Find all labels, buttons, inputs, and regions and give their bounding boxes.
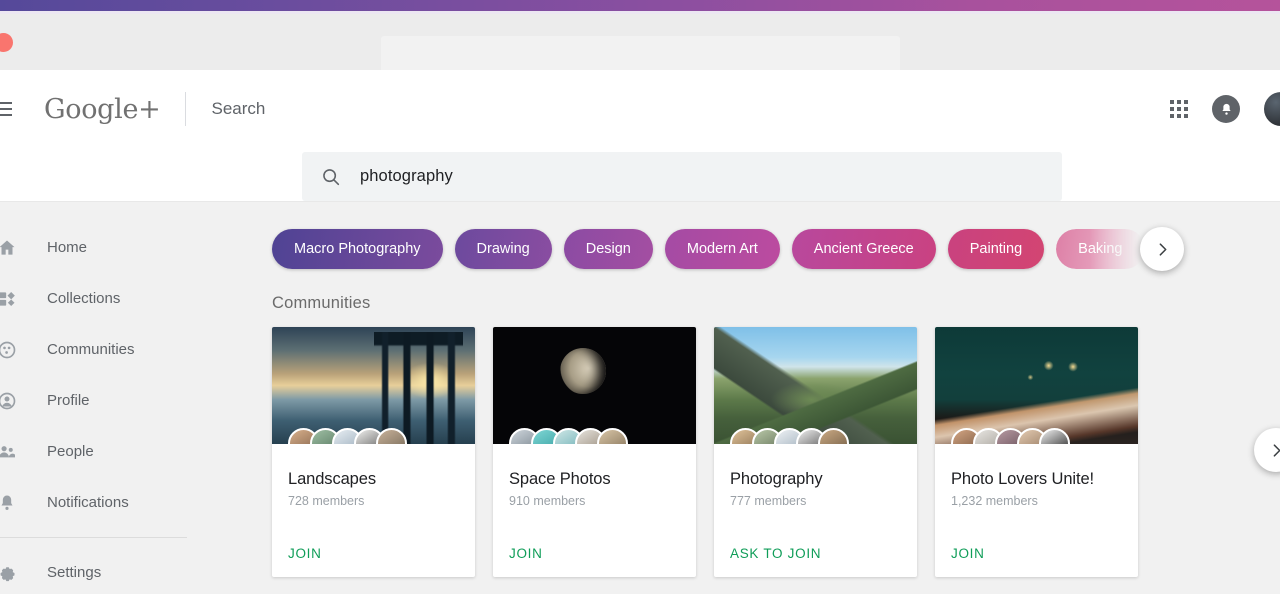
- app-header: Google+ Search photography: [0, 70, 1280, 201]
- bell-icon: [0, 493, 19, 513]
- sidebar-label-notifications: Notifications: [47, 494, 129, 511]
- chip-baking[interactable]: Baking: [1056, 229, 1145, 269]
- chip-modern-art[interactable]: Modern Art: [664, 229, 780, 269]
- sidebar-item-profile[interactable]: Profile: [0, 375, 213, 426]
- card-body: Photo Lovers Unite! 1,232 members: [935, 444, 1138, 508]
- sidebar-label-profile: Profile: [47, 392, 90, 409]
- community-title: Space Photos: [509, 470, 611, 488]
- home-icon: [0, 238, 19, 258]
- community-members: 777 members: [730, 494, 807, 508]
- chip-label: Drawing: [476, 241, 530, 257]
- community-card[interactable]: Photography 777 members ASK TO JOIN: [714, 327, 917, 577]
- sidebar-item-notifications[interactable]: Notifications: [0, 477, 213, 528]
- search-label: Search: [211, 99, 266, 118]
- card-body: Landscapes 728 members: [272, 444, 475, 508]
- search-input-value: photography: [360, 167, 453, 185]
- communities-card-list: Landscapes 728 members JOIN Space Photos…: [272, 327, 1280, 577]
- apps-grid-icon[interactable]: [1170, 100, 1188, 118]
- community-title: Photography: [730, 470, 823, 488]
- chip-label: Design: [585, 241, 631, 257]
- communities-icon: [0, 340, 19, 360]
- community-title: Landscapes: [288, 470, 376, 488]
- address-bar[interactable]: [381, 36, 900, 72]
- chip-label: Macro Photography: [294, 241, 421, 257]
- join-button[interactable]: ASK TO JOIN: [730, 546, 821, 561]
- chip-macro-photography[interactable]: Macro Photography: [272, 229, 443, 269]
- chip-label: Ancient Greece: [813, 241, 914, 257]
- sidebar-label-people: People: [47, 443, 94, 460]
- chip-painting[interactable]: Painting: [947, 229, 1045, 269]
- sidebar-item-collections[interactable]: Collections: [0, 273, 213, 324]
- chevron-right-icon: [1159, 242, 1166, 256]
- minimize-window-button[interactable]: [22, 33, 41, 52]
- header-divider: [184, 92, 186, 126]
- beach-pier-sunset-photo: [272, 327, 475, 444]
- communities-next-button[interactable]: [1254, 428, 1280, 472]
- night-highway-photo: [935, 327, 1138, 444]
- chip-drawing[interactable]: Drawing: [454, 229, 552, 269]
- main-content: Macro Photography Drawing Design Modern …: [213, 202, 1280, 594]
- join-button[interactable]: JOIN: [951, 546, 985, 561]
- sidebar-item-home[interactable]: Home: [0, 222, 213, 273]
- member-avatars: [509, 428, 628, 444]
- community-members: 910 members: [509, 494, 586, 508]
- topic-chip-row: Macro Photography Drawing Design Modern …: [272, 226, 1280, 272]
- community-card[interactable]: Space Photos 910 members JOIN: [493, 327, 696, 577]
- card-body: Photography 777 members: [714, 444, 917, 508]
- profile-icon: [0, 391, 19, 411]
- collections-icon: [0, 289, 19, 309]
- maximize-window-button[interactable]: [50, 33, 69, 52]
- join-button[interactable]: JOIN: [288, 546, 322, 561]
- close-window-button[interactable]: [0, 32, 13, 52]
- join-button[interactable]: JOIN: [509, 546, 543, 561]
- header-actions: [1170, 70, 1280, 148]
- sidebar-item-communities[interactable]: Communities: [0, 324, 213, 375]
- sidebar-label-communities: Communities: [47, 341, 135, 358]
- community-members: 728 members: [288, 494, 365, 508]
- member-avatars: [951, 428, 1070, 444]
- browser-chrome: [0, 14, 1280, 72]
- bell-icon[interactable]: [1212, 95, 1240, 123]
- window-accent-band: [0, 0, 1280, 11]
- sidebar-label-settings: Settings: [47, 564, 102, 581]
- mountain-hiker-photo: [714, 327, 917, 444]
- chip-label: Painting: [969, 241, 1023, 257]
- page-body: Home Collections Communities Profile Peo…: [0, 202, 1280, 594]
- hamburger-icon[interactable]: [0, 102, 20, 116]
- search-icon: [323, 168, 340, 185]
- bell-glyph: [1221, 103, 1231, 115]
- people-icon: [0, 442, 19, 462]
- chevron-right-icon: [1273, 443, 1280, 457]
- community-card[interactable]: Photo Lovers Unite! 1,232 members JOIN: [935, 327, 1138, 577]
- sidebar: Home Collections Communities Profile Peo…: [0, 202, 213, 594]
- member-avatars: [288, 428, 407, 444]
- community-title: Photo Lovers Unite!: [951, 470, 1095, 488]
- search-input[interactable]: photography: [302, 152, 1062, 201]
- member-avatars: [730, 428, 849, 444]
- sidebar-item-people[interactable]: People: [0, 426, 213, 477]
- chip-label: Modern Art: [686, 241, 758, 257]
- sidebar-divider: [0, 537, 187, 538]
- chip-ancient-greece[interactable]: Ancient Greece: [791, 229, 936, 269]
- section-title-communities: Communities: [272, 294, 371, 312]
- card-body: Space Photos 910 members: [493, 444, 696, 508]
- community-card[interactable]: Landscapes 728 members JOIN: [272, 327, 475, 577]
- sidebar-label-home: Home: [47, 239, 88, 256]
- chips-next-button[interactable]: [1140, 227, 1184, 271]
- moon-night-sky-photo: [493, 327, 696, 444]
- chip-label: Baking: [1078, 241, 1123, 257]
- brand-logo[interactable]: Google+: [44, 94, 161, 125]
- community-members: 1,232 members: [951, 494, 1038, 508]
- chip-design[interactable]: Design: [563, 229, 653, 269]
- gear-icon: [0, 563, 19, 583]
- sidebar-item-settings[interactable]: Settings: [0, 547, 213, 598]
- traffic-lights: [0, 32, 69, 52]
- sidebar-label-collections: Collections: [47, 290, 121, 307]
- avatar[interactable]: [1264, 92, 1280, 126]
